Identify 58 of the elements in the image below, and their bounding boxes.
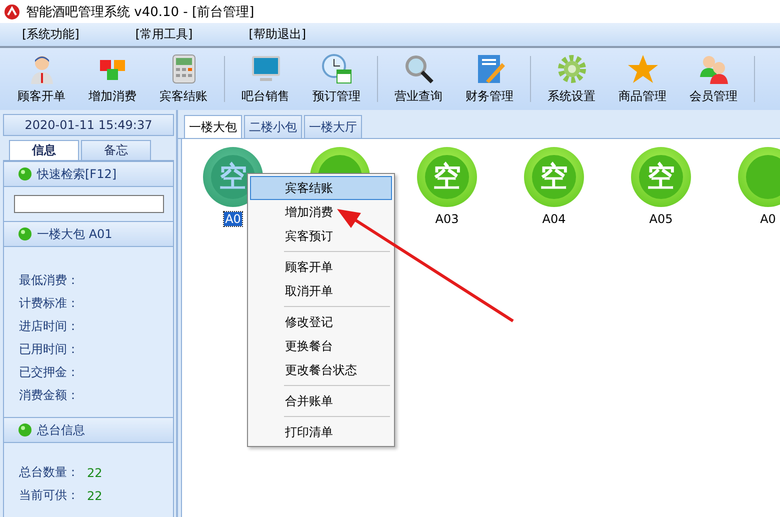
magnifier-icon [402, 53, 434, 85]
toolbar-button[interactable]: 预订管理 [301, 49, 372, 109]
field-label: 已交押金： [19, 364, 79, 381]
section-title: 总台信息 [37, 422, 85, 438]
context-menu-item[interactable]: 更改餐台状态 [250, 358, 392, 382]
toolbar-button[interactable]: 营业查询 [383, 49, 454, 109]
menu-item[interactable]: [系统功能] [22, 26, 80, 43]
context-menu-item[interactable]: 打印清单 [250, 420, 392, 444]
field-label: 已用时间： [19, 341, 79, 358]
context-menu-item[interactable]: 取消开单 [250, 279, 392, 303]
context-menu-item[interactable]: 宾客结账 [250, 176, 392, 200]
room-label: A0 [224, 212, 242, 226]
room-label: A03 [434, 212, 460, 226]
field-value: 22 [87, 466, 102, 480]
room-label: A0 [759, 212, 777, 226]
toolbar-button[interactable]: 商品管理 [607, 49, 678, 109]
star-icon [626, 53, 658, 85]
window-title: 智能酒吧管理系统 v40.10 - [前台管理] [26, 4, 254, 20]
menu-item[interactable]: [帮助退出] [248, 26, 306, 43]
gear-icon [556, 53, 588, 85]
toolbar-button[interactable]: 财务管理 [454, 49, 525, 109]
room-label: A05 [648, 212, 674, 226]
toolbar-button[interactable]: 增加消费 [77, 49, 148, 109]
floor-tab[interactable]: 一楼大厅 [304, 115, 362, 138]
section-title: 一楼大包 A01 [37, 226, 112, 242]
field-label: 进店时间： [19, 318, 79, 335]
floor-tab[interactable]: 二楼小包 [244, 115, 302, 138]
field-label: 消费金额： [19, 387, 79, 404]
field-label: 最低消费： [19, 272, 79, 289]
search-field[interactable] [14, 195, 164, 213]
app-logo-icon [4, 4, 20, 20]
sidebar-tab[interactable]: 信息 [9, 140, 79, 160]
context-menu-item[interactable]: 修改登记 [250, 310, 392, 334]
toolbar-button[interactable]: 吧台销售 [230, 49, 301, 109]
toolbar-button[interactable]: 宾客结账 [148, 49, 219, 109]
section-title: 快速检索[F12] [37, 166, 117, 182]
toolbar-button[interactable]: 会员管理 [678, 49, 749, 109]
field-label: 计费标准： [19, 295, 79, 312]
room-label: A04 [541, 212, 567, 226]
context-menu-item[interactable]: 更换餐台 [250, 334, 392, 358]
status-dot-icon [18, 227, 32, 241]
toolbar-button[interactable]: 系统设置 [536, 49, 607, 109]
floor-tab[interactable]: 一楼大包 [184, 115, 242, 138]
room-status-button[interactable] [738, 147, 780, 207]
context-menu-item[interactable]: 合并账单 [250, 389, 392, 413]
people-icon [698, 53, 730, 85]
field-label: 当前可供： [19, 487, 79, 504]
sidebar-tab[interactable]: 备忘 [81, 140, 151, 160]
datetime-display: 2020-01-11 15:49:37 [3, 114, 174, 136]
clock-calendar-icon [320, 53, 352, 85]
context-menu-item[interactable]: 宾客预订 [250, 224, 392, 248]
toolbar-button[interactable]: 顾客开单 [6, 49, 77, 109]
menu-item[interactable]: [常用工具] [135, 26, 193, 43]
context-menu-item[interactable]: 顾客开单 [250, 255, 392, 279]
field-label: 总台数量： [19, 464, 79, 481]
field-value: 22 [87, 488, 102, 502]
status-dot-icon [18, 167, 32, 181]
status-dot-icon [18, 423, 32, 437]
